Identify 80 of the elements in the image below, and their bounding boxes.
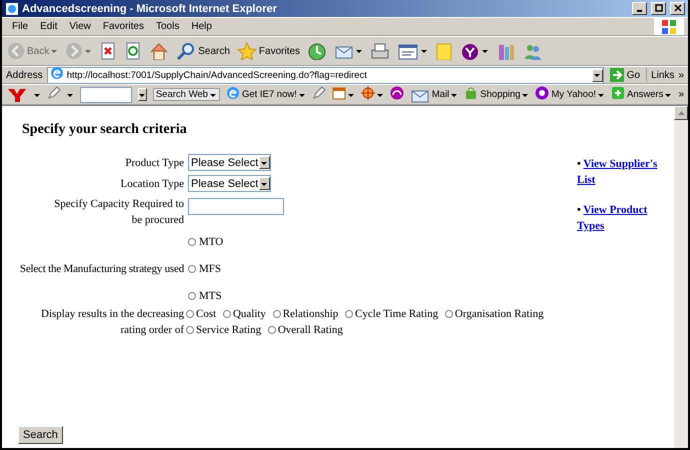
radio-label: MTS bbox=[199, 290, 222, 302]
toolbar-button[interactable]: Search Web bbox=[152, 88, 220, 101]
toolbar-button[interactable] bbox=[369, 41, 392, 61]
links-label[interactable]: Links bbox=[651, 70, 674, 80]
menu-item[interactable]: Help bbox=[185, 21, 218, 32]
radio-label: Organisation Rating bbox=[454, 308, 544, 320]
document-icon bbox=[397, 42, 420, 60]
radio-button[interactable] bbox=[188, 292, 196, 300]
scrollbar[interactable] bbox=[674, 106, 688, 448]
radio-label: Relationship bbox=[282, 308, 338, 320]
toolbar-button[interactable] bbox=[459, 41, 490, 61]
page-icon bbox=[5, 2, 19, 16]
text-field[interactable] bbox=[188, 198, 284, 215]
search-field[interactable] bbox=[80, 86, 132, 102]
section-heading: Specify your search criteria bbox=[22, 122, 188, 138]
windows-logo-icon bbox=[661, 18, 677, 34]
radio-label: Cycle Time Rating bbox=[355, 308, 438, 320]
chevron-icon[interactable]: » bbox=[678, 70, 684, 80]
radio-button[interactable] bbox=[272, 310, 281, 318]
menu-item[interactable]: Favorites bbox=[96, 21, 150, 32]
toolbar-button[interactable]: Get IE7 now! bbox=[226, 86, 306, 104]
menu-item[interactable]: Tools bbox=[150, 21, 186, 32]
field-label: Select the Manufacturing strategy used bbox=[18, 262, 184, 277]
address-label: Address bbox=[6, 70, 43, 80]
stop-page-icon bbox=[99, 42, 118, 60]
radio-label: Cost bbox=[196, 308, 216, 320]
maximize-icon bbox=[654, 4, 664, 13]
close-button[interactable] bbox=[670, 2, 685, 15]
radio-label: Overall Rating bbox=[278, 324, 343, 336]
toolbar-button[interactable] bbox=[306, 41, 328, 61]
toolbar-button[interactable]: Answers bbox=[611, 86, 672, 104]
radio-button[interactable] bbox=[222, 310, 231, 318]
minimize-button[interactable] bbox=[632, 2, 647, 15]
window-title: Advancedscreening - Microsoft Internet Explorer bbox=[22, 2, 278, 14]
radio-label: MFS bbox=[199, 263, 222, 275]
yahoo-icon bbox=[460, 42, 480, 60]
radio-button[interactable] bbox=[186, 326, 194, 334]
chevron-icon[interactable]: » bbox=[678, 89, 684, 100]
books-icon bbox=[496, 42, 516, 60]
star-icon bbox=[236, 42, 257, 60]
note-icon bbox=[435, 42, 454, 60]
radio-button[interactable] bbox=[186, 310, 194, 318]
menu-item[interactable]: Edit bbox=[34, 21, 64, 32]
maximize-button[interactable] bbox=[651, 2, 666, 15]
go-button[interactable]: Go bbox=[608, 68, 648, 82]
radio-button[interactable] bbox=[188, 238, 196, 246]
dropdown[interactable]: Please Select bbox=[188, 154, 272, 171]
house-icon bbox=[149, 42, 170, 60]
radio-button[interactable] bbox=[188, 265, 196, 273]
radio-button[interactable] bbox=[345, 310, 354, 318]
printer-icon bbox=[370, 42, 390, 60]
link[interactable]: • View Supplier's List bbox=[577, 156, 663, 188]
field-label: Specify Capacity Required to be procured bbox=[53, 197, 184, 228]
radio-label: MTO bbox=[199, 236, 224, 248]
toolbar-button[interactable]: Search bbox=[175, 41, 231, 61]
toolbar-button[interactable]: Mail bbox=[410, 86, 458, 104]
field-label: Display results in the decreasing rating order of bbox=[40, 307, 184, 338]
toolbar-button[interactable]: Shopping bbox=[464, 86, 530, 104]
toolbar-button[interactable]: Favorites bbox=[236, 41, 302, 61]
dropdown[interactable]: Please Select bbox=[188, 175, 272, 192]
radio-button[interactable] bbox=[268, 326, 276, 334]
close-icon bbox=[672, 4, 682, 13]
search-button[interactable]: Search bbox=[18, 426, 63, 444]
menu-item[interactable]: File bbox=[6, 21, 34, 32]
people-icon bbox=[523, 42, 544, 60]
toolbar-button[interactable]: My Yahoo! bbox=[535, 86, 605, 104]
radio-label: Service Rating bbox=[196, 324, 262, 336]
up-arrow-icon bbox=[678, 110, 684, 116]
menu-item[interactable]: View bbox=[63, 21, 97, 32]
yahoo-logo-icon bbox=[6, 86, 28, 102]
globe-clock-icon bbox=[307, 42, 328, 60]
radio-button[interactable] bbox=[444, 310, 453, 318]
search-icon bbox=[176, 42, 196, 60]
link[interactable]: • View Product Types bbox=[577, 202, 663, 234]
address-field[interactable]: http://localhost:7001/SupplyChain/AdvancedScreening.do?flag=redirect bbox=[46, 66, 604, 84]
field-label: Location Type bbox=[120, 176, 184, 192]
field-label: Product Type bbox=[124, 156, 184, 170]
refresh-page-icon bbox=[124, 42, 142, 60]
radio-label: Quality bbox=[232, 308, 266, 320]
scroll-up-button[interactable] bbox=[674, 106, 688, 120]
